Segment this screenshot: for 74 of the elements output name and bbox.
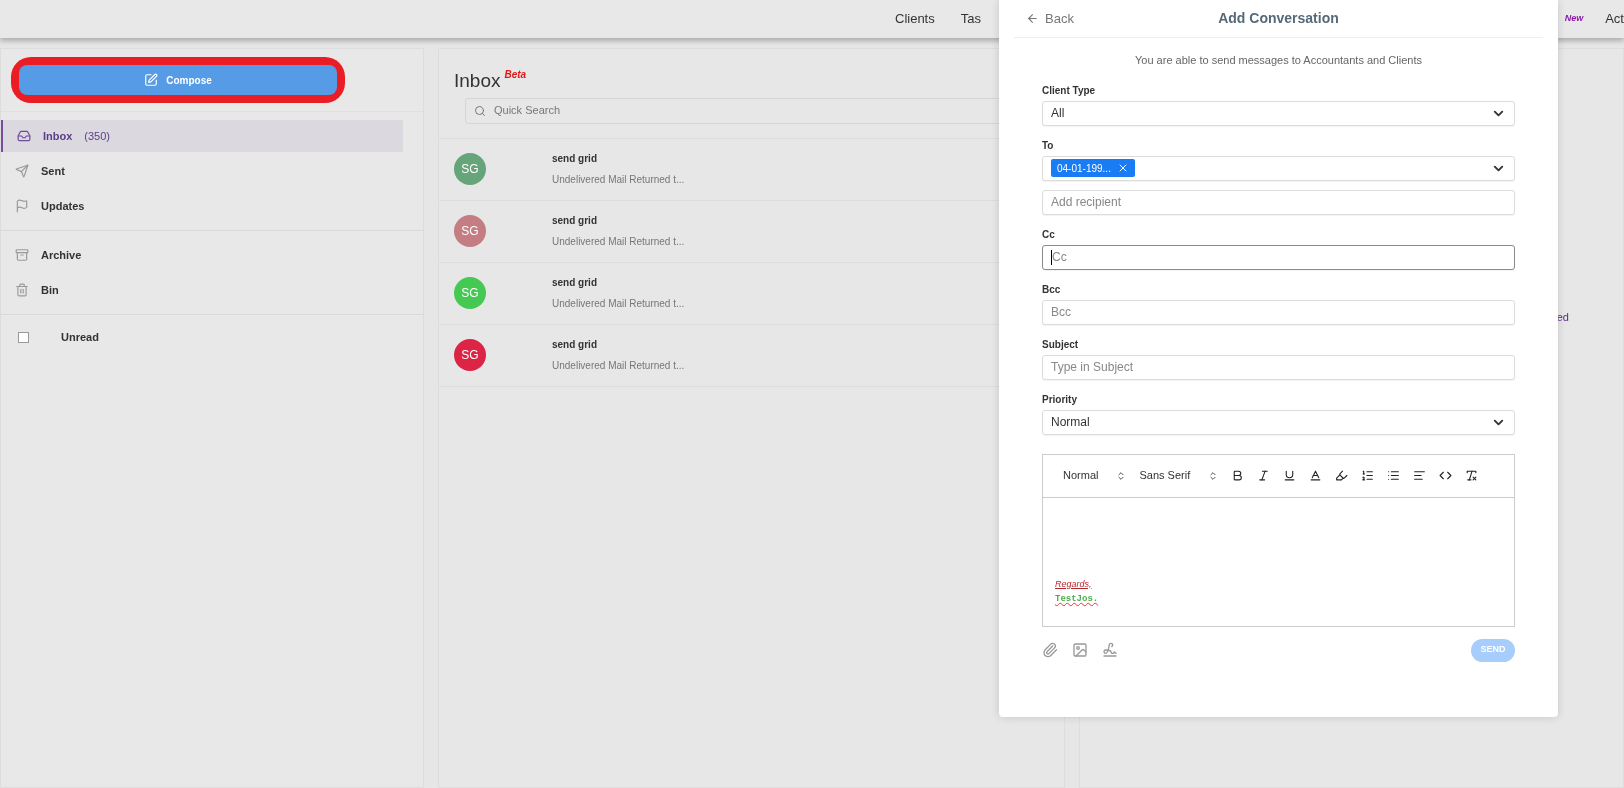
- sender-name: send grid: [552, 338, 598, 352]
- italic-icon[interactable]: [1257, 469, 1271, 482]
- checkbox[interactable]: [18, 331, 29, 343]
- message-preview: Undelivered Mail Returned t...: [552, 235, 685, 249]
- text-field[interactable]: Type in Subject: [1042, 354, 1515, 380]
- field-label: Priority: [1042, 392, 1078, 407]
- nav-link[interactable]: Clients: [895, 9, 935, 29]
- updown-icon: [1116, 470, 1127, 481]
- clear-format-icon[interactable]: [1465, 469, 1479, 482]
- recipient-tag: 04-01-199...: [1051, 159, 1135, 177]
- heading-select[interactable]: Normal: [1063, 467, 1127, 484]
- text-field[interactable]: Cc: [1042, 244, 1515, 270]
- message-row[interactable]: SG send grid Undelivered Mail Returned t...: [439, 324, 979, 386]
- folder-item[interactable]: Inbox (350): [1, 120, 403, 152]
- filter-label: Unread: [61, 329, 99, 345]
- avatar: SG: [454, 153, 486, 185]
- folder-icon: [15, 164, 29, 178]
- edit-icon: [144, 73, 159, 87]
- search-icon: [474, 104, 486, 117]
- avatar: SG: [454, 339, 486, 371]
- font-select[interactable]: Sans Serif: [1139, 467, 1219, 484]
- field-label: Bcc: [1042, 282, 1062, 297]
- dialog-note: You are able to send messages to Accountants and Clients: [1134, 53, 1423, 68]
- nav-link[interactable]: Tas: [960, 9, 981, 29]
- folder-item[interactable]: Archive: [1, 239, 403, 271]
- folder-item[interactable]: Updates: [1, 190, 403, 222]
- new-label: New: [1564, 12, 1584, 26]
- message-preview: Undelivered Mail Returned t...: [552, 173, 685, 187]
- avatar: SG: [454, 277, 486, 309]
- text-field[interactable]: Add recipient: [1042, 189, 1515, 215]
- bullet-list-icon[interactable]: [1387, 469, 1401, 482]
- select-field[interactable]: All: [1042, 100, 1515, 126]
- updown-icon: [1208, 470, 1219, 481]
- sender-name: send grid: [552, 276, 598, 290]
- message-preview: Undelivered Mail Returned t...: [552, 297, 685, 311]
- bold-icon[interactable]: [1231, 469, 1245, 482]
- attach-icon[interactable]: [1042, 642, 1058, 658]
- folder-icon: [15, 199, 29, 213]
- nav-link[interactable]: Act: [1605, 9, 1624, 29]
- field-label: Cc: [1042, 227, 1056, 242]
- folder-item[interactable]: Sent: [1, 155, 403, 187]
- folder-icon: [17, 129, 31, 143]
- signature-line: TestJos.: [1055, 592, 1100, 606]
- text-field[interactable]: Bcc: [1042, 299, 1515, 325]
- field-label: Subject: [1042, 337, 1080, 352]
- inbox-title: Inbox: [454, 69, 501, 93]
- dialog-title: Add Conversation: [1218, 9, 1339, 28]
- back-button[interactable]: Back: [1026, 8, 1074, 29]
- sender-name: send grid: [552, 214, 598, 228]
- folder-icon: [15, 283, 29, 297]
- align-icon[interactable]: [1413, 469, 1427, 482]
- signature-line: Regards,: [1055, 577, 1093, 591]
- image-icon[interactable]: [1072, 642, 1088, 658]
- beta-label: Beta: [504, 68, 527, 82]
- message-row[interactable]: SG send grid Undelivered Mail Returned t...: [439, 138, 979, 200]
- numbered-list-icon[interactable]: [1361, 469, 1375, 482]
- text-color-icon[interactable]: [1309, 469, 1323, 482]
- message-preview: Undelivered Mail Returned t...: [552, 359, 685, 373]
- folder-item[interactable]: Bin: [1, 274, 403, 306]
- underline-icon[interactable]: [1283, 469, 1297, 482]
- field-label: Client Type: [1042, 83, 1097, 98]
- highlight-icon[interactable]: [1335, 469, 1349, 482]
- message-row[interactable]: SG send grid Undelivered Mail Returned t...: [439, 262, 979, 324]
- recipient-select[interactable]: 04-01-199...: [1042, 155, 1515, 181]
- signature-icon[interactable]: [1102, 642, 1118, 658]
- message-row[interactable]: SG send grid Undelivered Mail Returned t...: [439, 200, 979, 262]
- message-editor[interactable]: Regards, TestJos.: [1043, 497, 1514, 626]
- sender-name: send grid: [552, 152, 598, 166]
- avatar: SG: [454, 215, 486, 247]
- field-label: To: [1042, 138, 1055, 153]
- back-arrow-icon: [1026, 12, 1039, 25]
- select-field[interactable]: Normal: [1042, 409, 1515, 435]
- code-icon[interactable]: [1439, 469, 1453, 482]
- folder-icon: [15, 248, 29, 262]
